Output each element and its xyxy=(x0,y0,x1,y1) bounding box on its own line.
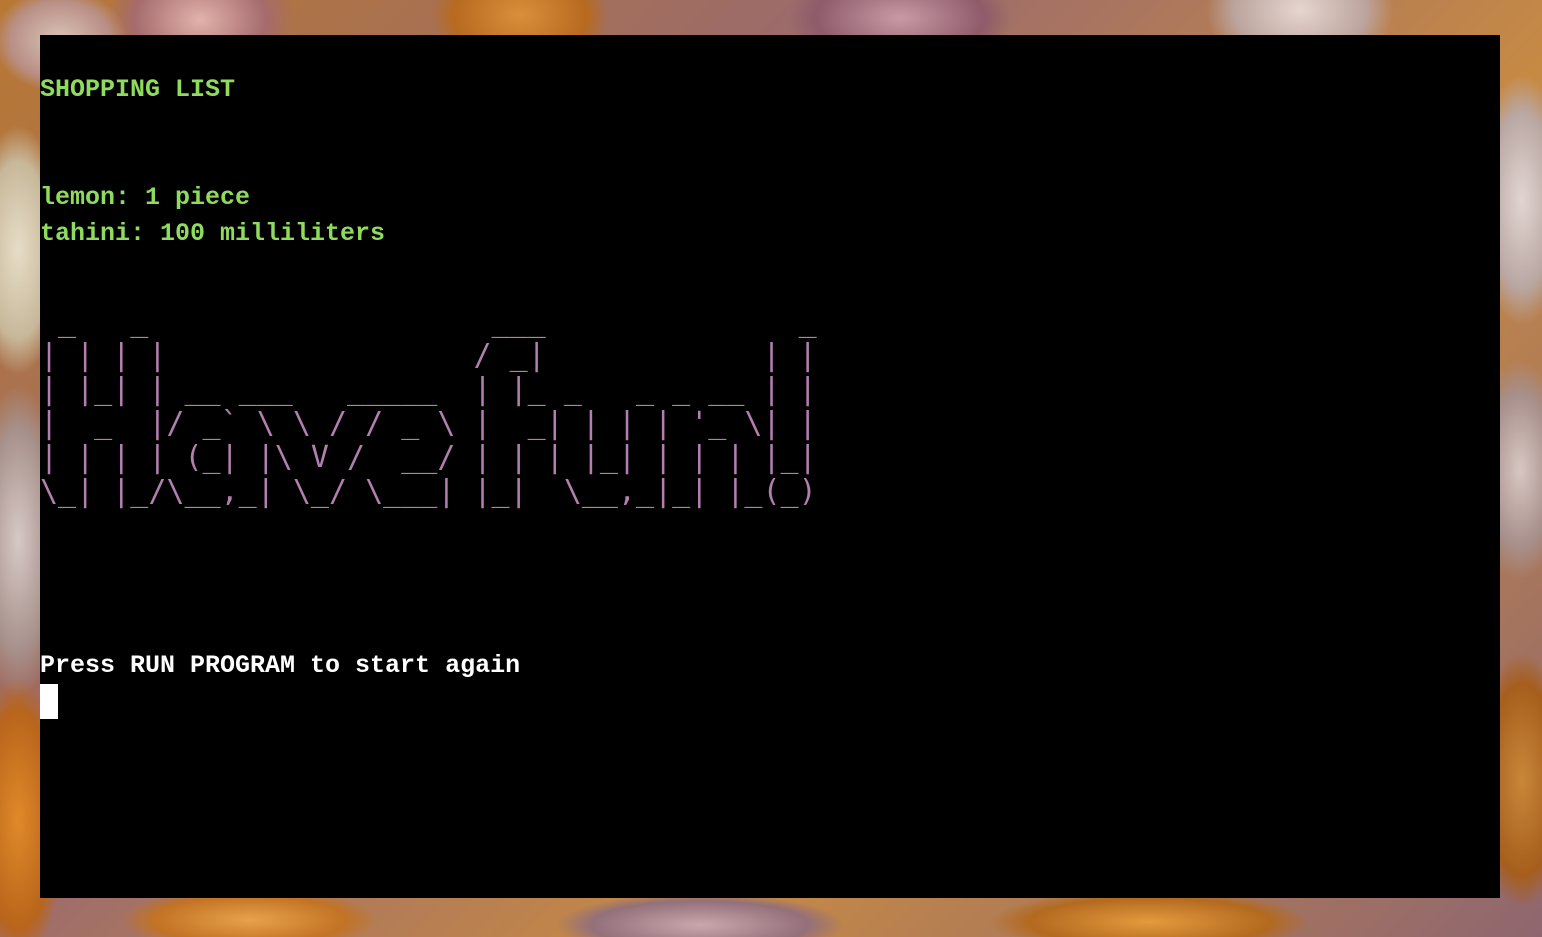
restart-prompt: Press RUN PROGRAM to start again xyxy=(40,651,521,680)
terminal-window[interactable]: SHOPPING LIST lemon: 1 piece tahini: 100… xyxy=(40,35,1500,898)
text-cursor xyxy=(40,684,58,719)
have-fun-ascii-banner: _ _ ___ _ | | | | / _| | | | |_| | __ __… xyxy=(40,304,817,509)
list-item: tahini: 100 milliliters xyxy=(40,219,386,248)
shopping-list-title: SHOPPING LIST xyxy=(40,75,236,104)
list-item: lemon: 1 piece xyxy=(40,183,251,212)
